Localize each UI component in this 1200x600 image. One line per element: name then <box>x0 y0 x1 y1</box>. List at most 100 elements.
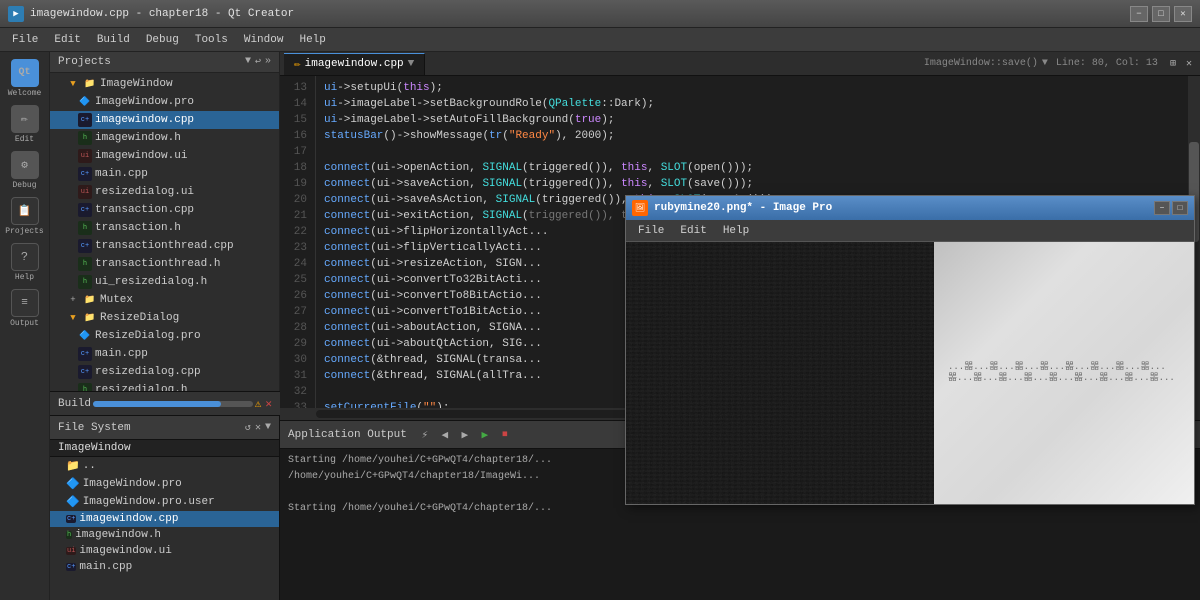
projects-icon: 📋 <box>11 197 39 225</box>
tab-imagewindow-cpp[interactable]: ✏ imagewindow.cpp ▼ <box>284 53 425 75</box>
folder-mutex-icon: 📁 <box>83 293 97 307</box>
edit-icon: ✏ <box>11 105 39 133</box>
h-icon4: h <box>78 275 92 289</box>
tree-resizedialog-ui[interactable]: ui resizedialog.ui <box>50 183 279 201</box>
close-tab-icon[interactable]: ✕ <box>1182 58 1196 70</box>
tab-indicator: ▼ <box>408 58 415 70</box>
fs-pro-user-icon: 🔷 <box>66 495 80 509</box>
menu-debug[interactable]: Debug <box>138 32 187 48</box>
tree-transactionthread-h[interactable]: h transactionthread.h <box>50 255 279 273</box>
tree-transaction-h[interactable]: h transaction.h <box>50 219 279 237</box>
output-btn-stop[interactable]: ⏹ <box>495 425 515 445</box>
tree-mutex-folder[interactable]: + 📁 Mutex <box>50 291 279 309</box>
tree-imagewindow-ui[interactable]: ui imagewindow.ui <box>50 147 279 165</box>
window-title: imagewindow.cpp - chapter18 - Qt Creator <box>30 8 1130 20</box>
split-icon[interactable]: ⊞ <box>1166 58 1180 70</box>
fs-close-icon[interactable]: ✕ <box>255 422 261 434</box>
window-controls: − □ ✕ <box>1130 6 1192 22</box>
build-progress-fill <box>93 401 221 407</box>
floating-title-bar[interactable]: 🖼 rubymine20.png* - Image Pro − □ <box>626 196 1194 220</box>
cpp-icon6: c+ <box>78 365 92 379</box>
function-selector[interactable]: ImageWindow::save() <box>924 58 1038 69</box>
fs-item-pro-user[interactable]: 🔷ImageWindow.pro.user <box>50 493 279 511</box>
debug-label: Debug <box>12 181 36 190</box>
help-icon: ? <box>11 243 39 271</box>
activity-projects[interactable]: 📋 Projects <box>3 194 47 238</box>
floating-minimize[interactable]: − <box>1154 201 1170 215</box>
folder-resize-icon: 📁 <box>83 311 97 325</box>
pro-icon: 🔷 <box>78 95 92 109</box>
h-icon: h <box>78 131 92 145</box>
back-icon[interactable]: ↩ <box>255 56 261 68</box>
float-menu-file[interactable]: File <box>630 223 672 239</box>
floating-maximize[interactable]: □ <box>1172 201 1188 215</box>
projects-header: Projects ▼ ↩ » <box>50 52 279 73</box>
fs-item-main[interactable]: c+main.cpp <box>50 559 279 575</box>
fs-sync-icon[interactable]: ↺ <box>245 422 251 434</box>
menu-edit[interactable]: Edit <box>46 32 88 48</box>
build-bar: Build ⚠ ✕ <box>50 391 280 415</box>
float-menu-edit[interactable]: Edit <box>672 223 714 239</box>
fs-main-icon: c+ <box>66 563 76 571</box>
function-dropdown[interactable]: ▼ <box>1042 58 1048 69</box>
floating-image-window: 🖼 rubymine20.png* - Image Pro − □ File E… <box>625 195 1195 505</box>
projects-title: Projects <box>58 56 245 68</box>
parent-folder-icon: 📁 <box>66 459 80 473</box>
menu-build[interactable]: Build <box>89 32 138 48</box>
menu-file[interactable]: File <box>4 32 46 48</box>
tree-imagewindow-h[interactable]: h imagewindow.h <box>50 129 279 147</box>
output-btn-next[interactable]: ▶ <box>455 425 475 445</box>
cpp-icon: c+ <box>78 113 92 127</box>
close-button[interactable]: ✕ <box>1174 6 1192 22</box>
fs-item-h[interactable]: himagewindow.h <box>50 527 279 543</box>
tree-ui-resizedialog-h[interactable]: h ui_resizedialog.h <box>50 273 279 291</box>
build-progress-track <box>93 401 253 407</box>
tree-transactionthread-cpp[interactable]: c+ transactionthread.cpp <box>50 237 279 255</box>
fs-cpp-icon: c+ <box>66 515 76 523</box>
filter-icon[interactable]: ▼ <box>245 56 251 68</box>
forward-icon[interactable]: » <box>265 56 271 68</box>
fs-item-pro[interactable]: 🔷ImageWindow.pro <box>50 475 279 493</box>
menu-tools[interactable]: Tools <box>187 32 236 48</box>
header-icons: ▼ ↩ » <box>245 56 271 68</box>
fs-ui-icon: ui <box>66 547 76 555</box>
tab-bar: ✏ imagewindow.cpp ▼ ImageWindow::save() … <box>280 52 1200 76</box>
tree-main-cpp[interactable]: c+ main.cpp <box>50 165 279 183</box>
fs-tree: 📁.. 🔷ImageWindow.pro 🔷ImageWindow.pro.us… <box>50 457 279 600</box>
float-menu-help[interactable]: Help <box>715 223 757 239</box>
menu-help[interactable]: Help <box>291 32 333 48</box>
build-warning-icon: ⚠ <box>255 397 262 411</box>
fs-item-ui[interactable]: uiimagewindow.ui <box>50 543 279 559</box>
build-label: Build <box>58 398 91 410</box>
floating-controls: − □ <box>1154 201 1188 215</box>
output-btn-flash[interactable]: ⚡ <box>415 425 435 445</box>
floating-menu: File Edit Help <box>626 220 1194 242</box>
fs-header: File System ↺ ✕ ▼ <box>50 416 279 440</box>
activity-edit[interactable]: ✏ Edit <box>3 102 47 146</box>
tree-imagewindow-folder[interactable]: ▼ 📁 ImageWindow <box>50 75 279 93</box>
tree-imagewindow-cpp[interactable]: c+ imagewindow.cpp <box>50 111 279 129</box>
line-numbers: 1314151617 1819202122 2324252627 2829303… <box>280 76 316 408</box>
plus-icon: + <box>66 293 80 307</box>
output-btn-run[interactable]: ▶ <box>475 425 495 445</box>
fs-item-cpp[interactable]: c+imagewindow.cpp <box>50 511 279 527</box>
activity-output[interactable]: ≡ Output <box>3 286 47 330</box>
fs-item-parent[interactable]: 📁.. <box>50 457 279 475</box>
maximize-button[interactable]: □ <box>1152 6 1170 22</box>
tree-resizedialog-pro[interactable]: 🔷 ResizeDialog.pro <box>50 327 279 345</box>
tree-transaction-cpp[interactable]: c+ transaction.cpp <box>50 201 279 219</box>
cpp-icon3: c+ <box>78 203 92 217</box>
tree-resizedialog-main[interactable]: c+ main.cpp <box>50 345 279 363</box>
app-icon: ▶ <box>8 6 24 22</box>
output-btn-prev[interactable]: ◀ <box>435 425 455 445</box>
menu-window[interactable]: Window <box>236 32 292 48</box>
minimize-button[interactable]: − <box>1130 6 1148 22</box>
activity-help[interactable]: ? Help <box>3 240 47 284</box>
fs-h-icon: h <box>66 531 72 539</box>
activity-debug[interactable]: ⚙ Debug <box>3 148 47 192</box>
activity-welcome[interactable]: Qt Welcome <box>3 56 47 100</box>
tree-resizedialog-cpp[interactable]: c+ resizedialog.cpp <box>50 363 279 381</box>
tree-resizedialog-folder[interactable]: ▼ 📁 ResizeDialog <box>50 309 279 327</box>
tree-imagewindow-pro[interactable]: 🔷 ImageWindow.pro <box>50 93 279 111</box>
fs-settings-icon[interactable]: ▼ <box>265 422 271 434</box>
